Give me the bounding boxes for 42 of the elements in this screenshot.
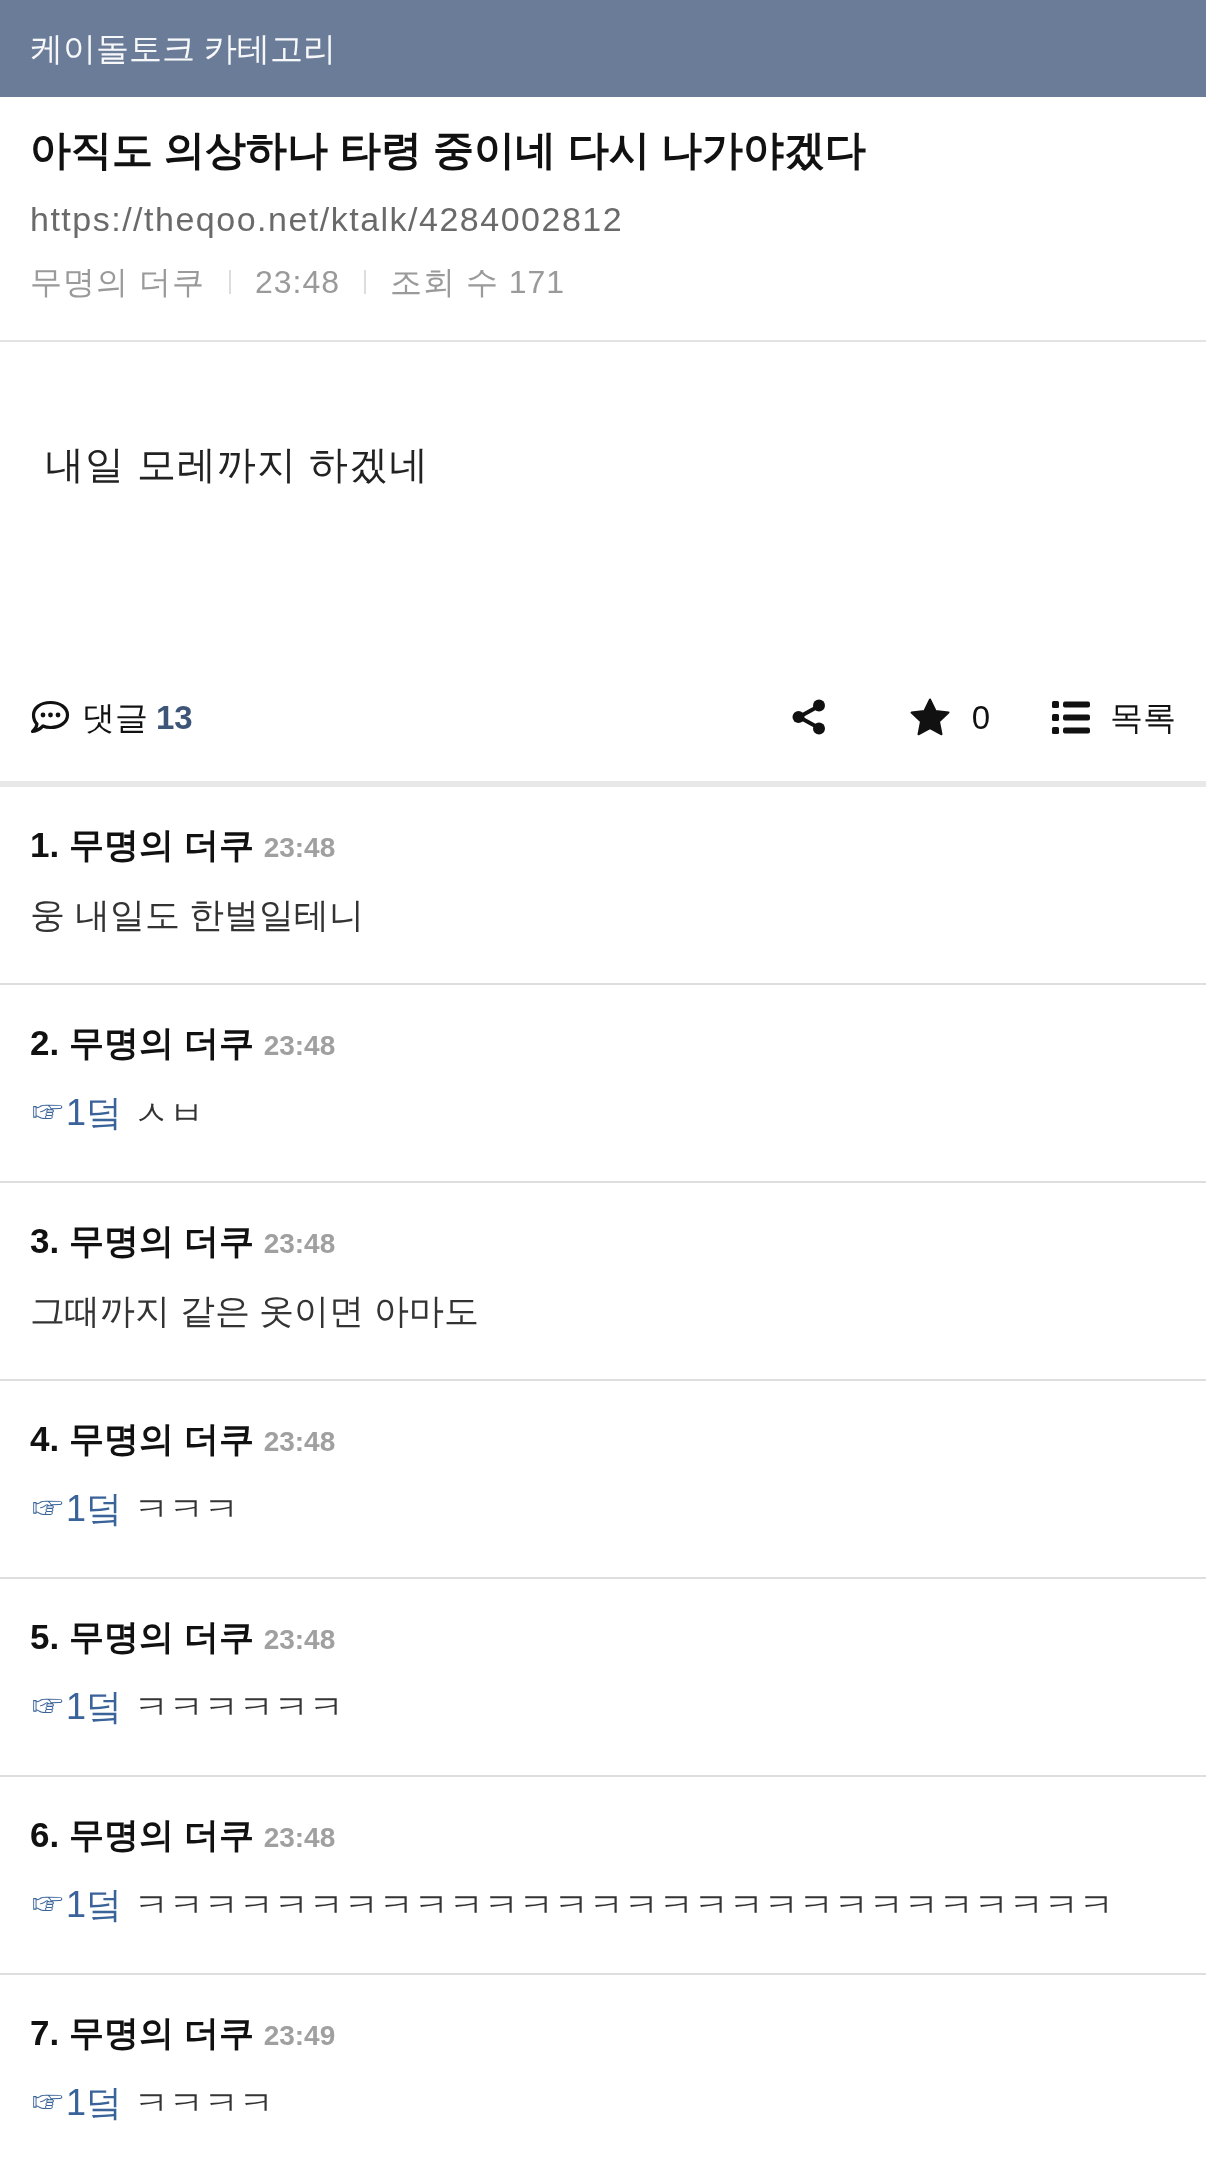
comment-author: 7. 무명의 더쿠	[30, 2012, 254, 2054]
post-title: 아직도 의상하나 타령 중이네 다시 나가야겠다	[30, 126, 866, 175]
list-icon	[1052, 700, 1090, 734]
comment-text: ㅋㅋㅋㅋ	[134, 2082, 275, 2124]
reply-mention[interactable]: ☞1덬	[30, 2081, 123, 2125]
comment-text: ㅋㅋㅋㅋㅋㅋㅋㅋㅋㅋㅋㅋㅋㅋㅋㅋㅋㅋㅋㅋㅋㅋㅋㅋㅋㅋㅋㅋ	[134, 1884, 1115, 1926]
comment-author: 5. 무명의 더쿠	[30, 1616, 254, 1658]
post-body: 내일 모레까지 하겠네	[45, 442, 429, 488]
reply-mention[interactable]: ☞1덬	[30, 1091, 123, 1135]
comment-author: 4. 무명의 더쿠	[30, 1418, 254, 1460]
post-time: 23:48	[254, 263, 340, 302]
comment-text: ㅋㅋㅋㅋㅋㅋ	[134, 1686, 345, 1728]
comment-count: 13	[156, 700, 193, 734]
comment-author: 3. 무명의 더쿠	[30, 1220, 254, 1262]
comments-label: 댓글	[82, 700, 148, 734]
comment-author: 1. 무명의 더쿠	[30, 824, 254, 866]
share-icon	[791, 699, 826, 735]
comment-time: 23:48	[263, 1227, 336, 1261]
reply-mention[interactable]: ☞1덬	[30, 1685, 123, 1729]
list-button[interactable]: 목록	[1052, 700, 1176, 734]
reply-mention[interactable]: ☞1덬	[30, 1883, 123, 1927]
category-title[interactable]: 케이돌토크 카테고리	[30, 32, 337, 65]
comment-text: ㅋㅋㅋ	[134, 1488, 240, 1530]
comment-time: 23:48	[263, 831, 336, 865]
post-url[interactable]: https://theqoo.net/ktalk/4284002812	[30, 199, 624, 239]
star-icon	[909, 698, 950, 736]
comment-text: 웅 내일도 한벌일테니	[30, 894, 365, 936]
post-author: 무명의 더쿠	[30, 263, 205, 302]
comment-time: 23:48	[263, 1821, 336, 1855]
comment-time: 23:48	[263, 1623, 336, 1657]
comment-text: 그때까지 같은 옷이면 아마도	[30, 1290, 480, 1332]
reply-mention[interactable]: ☞1덬	[30, 1487, 123, 1531]
comment-time: 23:48	[263, 1425, 336, 1459]
comment-text: ㅅㅂ	[134, 1092, 205, 1134]
comment-author: 6. 무명의 더쿠	[30, 1814, 254, 1856]
view-count: 조회 수 171	[389, 263, 566, 302]
comment-author: 2. 무명의 더쿠	[30, 1022, 254, 1064]
share-button[interactable]	[791, 699, 826, 735]
comment-time: 23:49	[263, 2019, 336, 2053]
favorite-button[interactable]: 0	[909, 698, 990, 736]
comment-icon	[30, 700, 70, 734]
comment-time: 23:48	[263, 1029, 336, 1063]
